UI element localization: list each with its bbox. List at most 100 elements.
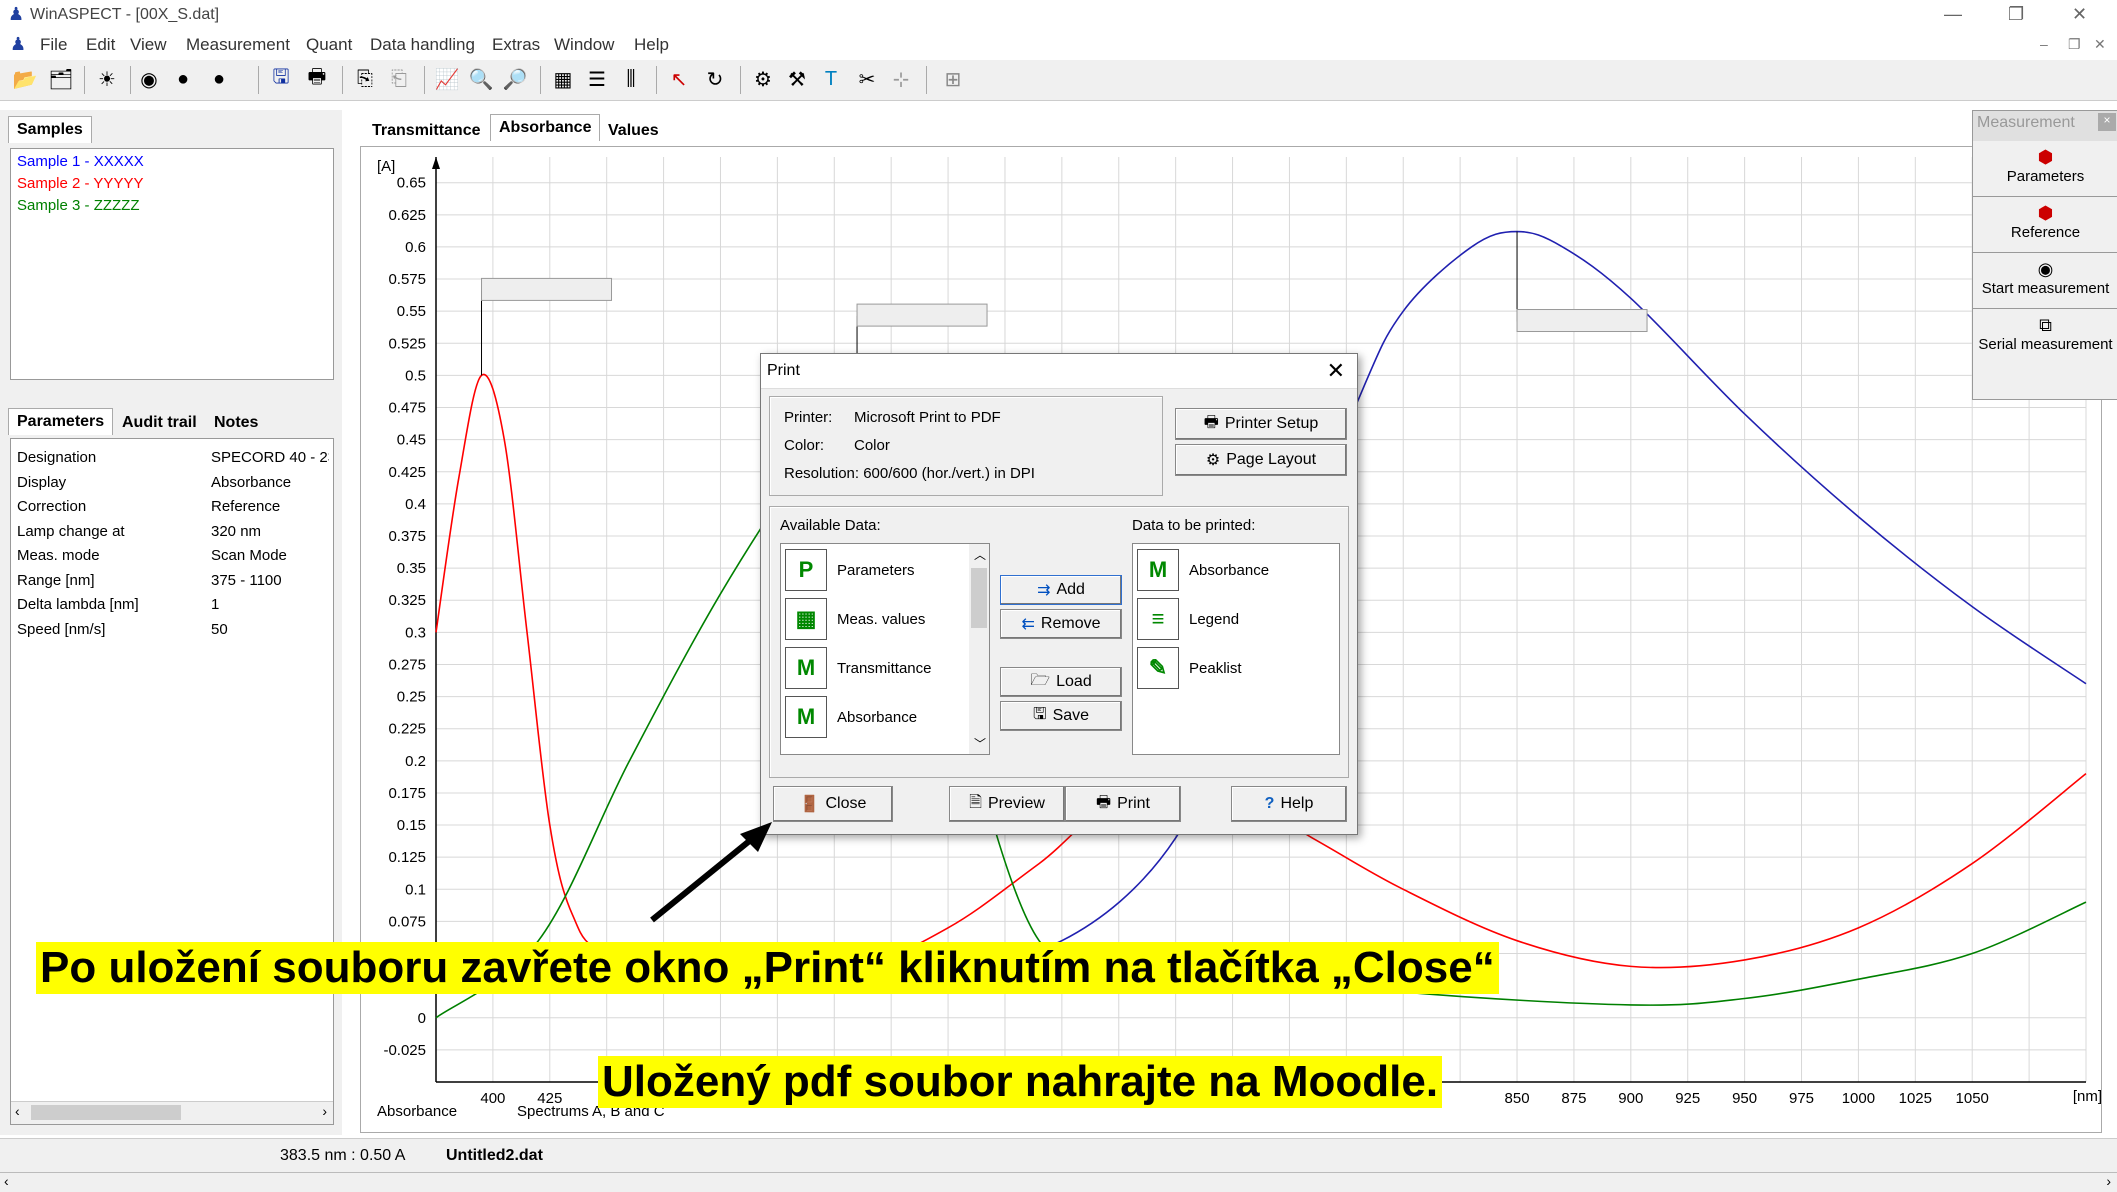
y-tick-label: 0.15 xyxy=(397,817,426,834)
tab-transmittance[interactable]: Transmittance xyxy=(364,118,488,144)
tool1-icon[interactable]: ⚙ xyxy=(748,64,778,94)
annotation-arrow xyxy=(650,822,772,923)
chart-icon[interactable]: 📈 xyxy=(432,64,462,94)
tab-parameters[interactable]: Parameters xyxy=(8,408,114,435)
sample-item-3[interactable]: Sample 3 - ZZZZZ xyxy=(17,197,140,214)
minimize-icon[interactable]: — xyxy=(1944,4,1962,25)
y-tick-label: 0.375 xyxy=(388,528,426,545)
load-button[interactable]: 🗁 Load xyxy=(1000,667,1122,697)
reference-icon[interactable]: ● xyxy=(168,64,198,94)
print-icon[interactable]: 🖶 xyxy=(302,64,332,94)
join-icon[interactable]: ⊹ xyxy=(886,64,916,94)
add-button[interactable]: ⇉ Add xyxy=(1000,575,1122,605)
y-tick-label: 0.45 xyxy=(397,432,426,449)
preview-button[interactable]: 🗎 Preview xyxy=(949,786,1065,822)
tab-absorbance[interactable]: Absorbance xyxy=(490,114,601,141)
start-measure-icon[interactable]: ◉ xyxy=(134,64,164,94)
param-value: Reference xyxy=(211,498,281,515)
page-layout-icon: ⚙ xyxy=(1205,452,1221,469)
mdi-minimize-icon[interactable]: – xyxy=(2040,36,2048,52)
restore-icon[interactable]: ❐ xyxy=(2008,4,2024,25)
to-print-list[interactable]: M Absorbance ≡ Legend ✎ Peaklist xyxy=(1132,543,1340,755)
title-bar: ♟ WinASPECT - [00X_S.dat] — ❐ ✕ xyxy=(0,0,2117,32)
available-item-icon: ▦ xyxy=(785,598,827,640)
main-hscrollbar[interactable]: ‹ › xyxy=(0,1172,2117,1192)
save-icon[interactable]: 🖫 xyxy=(266,64,296,94)
lamp-icon[interactable]: ☀ xyxy=(92,64,122,94)
hgrid-icon[interactable]: ☰ xyxy=(582,64,612,94)
menu-file[interactable]: File xyxy=(40,35,67,55)
cursor-icon[interactable]: ↻ xyxy=(700,64,730,94)
vgrid-icon[interactable]: ⫼ xyxy=(616,64,646,94)
mdi-close-icon[interactable]: ✕ xyxy=(2094,36,2106,53)
tab-audit-trail[interactable]: Audit trail xyxy=(114,410,205,436)
zoom-in-icon[interactable]: 🔍 xyxy=(466,64,496,94)
open-icon[interactable]: 📂 xyxy=(10,64,40,94)
params-hscrollbar[interactable]: ‹ › xyxy=(11,1101,333,1124)
zoom-out-icon[interactable]: 🔎 xyxy=(500,64,530,94)
available-item[interactable]: ▦ Meas. values xyxy=(785,597,925,641)
mdi-restore-icon[interactable]: ❐ xyxy=(2068,36,2081,53)
tab-values[interactable]: Values xyxy=(600,118,667,144)
available-list-scrollbar[interactable]: ︿ ﹀ xyxy=(969,544,989,754)
cut-icon[interactable]: ✂ xyxy=(852,64,882,94)
to-print-item[interactable]: M Absorbance xyxy=(1137,548,1269,592)
paste-icon[interactable]: ⎗ xyxy=(384,64,414,94)
to-print-item[interactable]: ≡ Legend xyxy=(1137,597,1239,641)
meas-reference-button[interactable]: ⬢ Reference xyxy=(1973,197,2117,253)
tab-samples[interactable]: Samples xyxy=(8,116,92,143)
help-icon: ? xyxy=(1264,795,1275,812)
menu-view[interactable]: View xyxy=(130,35,167,55)
grid-icon[interactable]: ▦ xyxy=(548,64,578,94)
page-layout-button[interactable]: ⚙ Page Layout xyxy=(1175,444,1347,476)
meas-parameters-button[interactable]: ⬢ Parameters xyxy=(1973,141,2117,197)
param-key: Designation xyxy=(17,449,97,466)
tab-notes[interactable]: Notes xyxy=(206,410,266,436)
menu-data-handling[interactable]: Data handling xyxy=(370,35,475,55)
caption-line-2: Uložený pdf soubor nahrajte na Moodle. xyxy=(598,1056,1443,1108)
menu-window[interactable]: Window xyxy=(554,35,614,55)
parameters-icon[interactable]: ● xyxy=(204,64,234,94)
menu-extras[interactable]: Extras xyxy=(492,35,540,55)
printer-setup-button[interactable]: 🖶 Printer Setup xyxy=(1175,408,1347,440)
camera-icon: ◉ xyxy=(2037,259,2054,279)
menu-measurement[interactable]: Measurement xyxy=(186,35,290,55)
close-button[interactable]: 🚪 Close xyxy=(773,786,893,822)
table-icon[interactable]: ⊞ xyxy=(938,64,968,94)
panel-close-icon[interactable]: × xyxy=(2098,113,2116,131)
meas-start-button[interactable]: ◉ Start measurement xyxy=(1973,253,2117,309)
pointer-icon[interactable]: ↖ xyxy=(664,64,694,94)
help-button[interactable]: ? Help xyxy=(1231,786,1347,822)
dialog-close-icon[interactable]: ✕ xyxy=(1327,358,1345,384)
close-window-icon[interactable]: ✕ xyxy=(2072,4,2087,25)
remove-button[interactable]: ⇇ Remove xyxy=(1000,609,1122,639)
available-data-label: Available Data: xyxy=(780,517,881,534)
copy-icon[interactable]: ⎘ xyxy=(350,64,380,94)
sample-item-2[interactable]: Sample 2 - YYYYY xyxy=(17,175,143,192)
save-button[interactable]: 🖫 Save xyxy=(1000,701,1122,731)
available-item[interactable]: M Absorbance xyxy=(785,695,917,739)
parameters-icon: ⬢ xyxy=(2037,147,2054,167)
available-item[interactable]: M Transmittance xyxy=(785,646,931,690)
y-tick-label: 0 xyxy=(418,1010,426,1027)
menu-quant[interactable]: Quant xyxy=(306,35,352,55)
sample-item-1[interactable]: Sample 1 - XXXXX xyxy=(17,153,144,170)
available-data-list[interactable]: P Parameters ▦ Meas. values M Transmittance M A… xyxy=(780,543,990,755)
x-tick-label: 1050 xyxy=(1956,1090,1989,1107)
available-item-label: Absorbance xyxy=(837,708,918,726)
y-tick-label: 0.325 xyxy=(388,592,426,609)
available-item[interactable]: P Parameters xyxy=(785,548,915,592)
toolbar: 📂 🗂 ☀ ◉ ● ● 🖫 🖶 ⎘ ⎗ 📈 🔍 🔎 ▦ ☰ ⫼ ↖ ↻ ⚙ ⚒ … xyxy=(0,60,2117,101)
menu-edit[interactable]: Edit xyxy=(86,35,115,55)
menu-help[interactable]: Help xyxy=(634,35,669,55)
open-multi-icon[interactable]: 🗂 xyxy=(46,64,76,94)
param-key: Range [nm] xyxy=(17,571,95,589)
text-tool-icon[interactable]: T xyxy=(816,64,846,94)
tool2-icon[interactable]: ⚒ xyxy=(782,64,812,94)
param-value: 375 - 1100 xyxy=(211,571,282,589)
meas-serial-button[interactable]: ⧉ Serial measurement xyxy=(1973,309,2117,365)
print-button[interactable]: 🖶 Print xyxy=(1065,786,1181,822)
x-tick-label: 1025 xyxy=(1899,1090,1932,1107)
x-tick-label: 875 xyxy=(1561,1090,1586,1107)
to-print-item[interactable]: ✎ Peaklist xyxy=(1137,646,1242,690)
